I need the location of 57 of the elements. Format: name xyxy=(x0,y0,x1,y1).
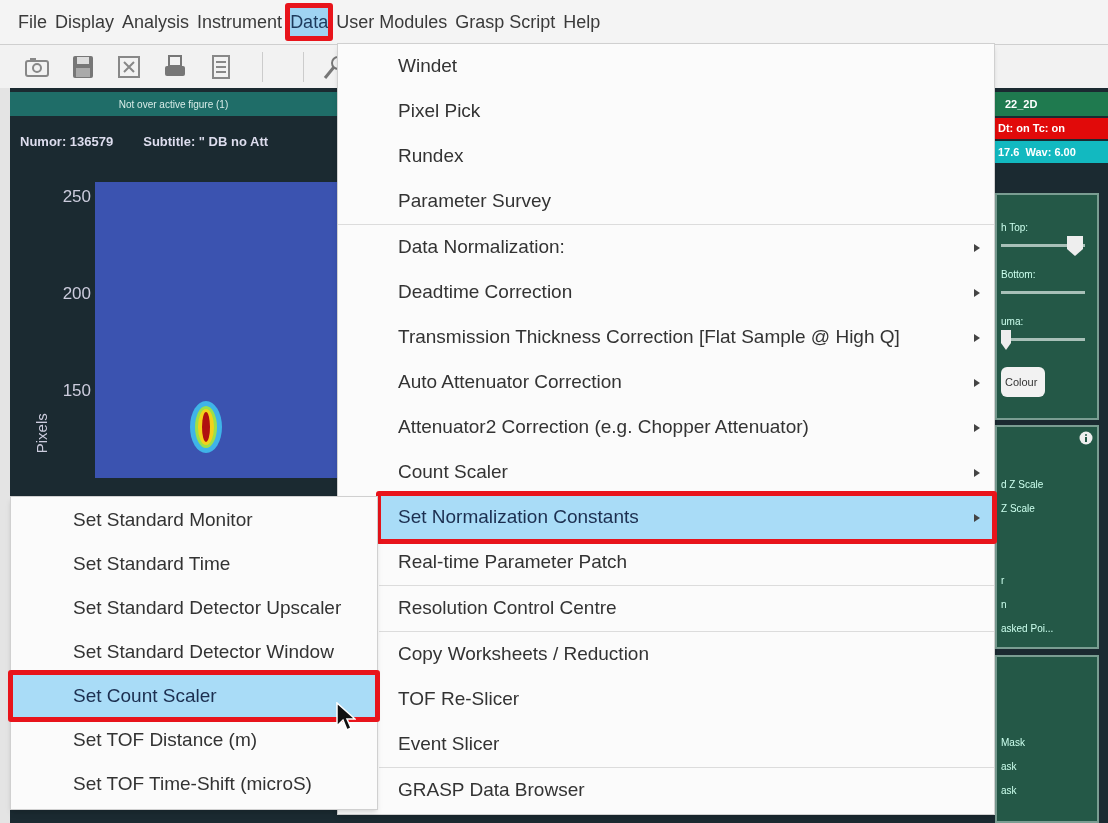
menu-option[interactable]: Real-time Parameter Patch xyxy=(379,540,994,585)
intensity-spot xyxy=(190,400,222,453)
status-message: Not over active figure (1) xyxy=(118,97,229,112)
menu-item[interactable]: File xyxy=(16,7,49,37)
menu-option[interactable]: TOF Re-Slicer xyxy=(379,677,994,722)
menu-option[interactable]: Copy Worksheets / Reduction xyxy=(379,632,994,677)
panel-option[interactable]: ask xyxy=(1001,782,1017,807)
menu-option[interactable]: Set TOF Time-Shift (microS) xyxy=(11,762,377,806)
info-icon[interactable] xyxy=(1079,431,1093,446)
highlight-frame xyxy=(285,3,334,41)
menu-option[interactable]: GRASP Data Browser xyxy=(379,768,994,813)
menu-option[interactable]: Set Normalization Constants xyxy=(379,495,994,540)
axis-label: Pixels xyxy=(31,412,51,453)
menu-item[interactable]: Help xyxy=(561,7,603,37)
menu-option[interactable]: Event Slicer xyxy=(379,722,994,767)
slider-label: uma: xyxy=(1001,315,1025,330)
colour-button[interactable]: Colour xyxy=(1001,367,1046,398)
menu-option[interactable]: Set TOF Distance (m) xyxy=(11,718,377,762)
menu-option[interactable]: Transmission Thickness Correction [Flat Sample @ High Q] xyxy=(338,315,994,360)
menu-option[interactable]: Set Standard Monitor xyxy=(11,498,377,542)
axis-tick-label: 250 xyxy=(62,185,91,208)
menu-option[interactable]: Set Standard Time xyxy=(11,542,377,586)
menu-option[interactable]: Attenuator2 Correction (e.g. Chopper Attenuator) xyxy=(338,405,994,450)
menu-item[interactable]: Grasp Script xyxy=(453,7,558,37)
file-tag: 22_2D xyxy=(995,92,1108,116)
menu-option[interactable]: Set Standard Detector Window xyxy=(11,630,377,674)
menu-option[interactable]: Windet xyxy=(338,44,994,89)
panel-option[interactable]: d Z Scale xyxy=(1001,477,1044,502)
menu-option[interactable]: Data Normalization: xyxy=(338,225,994,270)
slider-label: Bottom: xyxy=(1001,268,1037,283)
panel-option[interactable]: Z Scale xyxy=(1001,501,1035,526)
panel-option[interactable]: asked Poi... xyxy=(1001,621,1054,646)
menu-option[interactable]: Auto Attenuator Correction xyxy=(338,360,994,405)
subtitle-label: Subtitle: " DB no Att xyxy=(143,133,269,151)
menu-option[interactable]: Set Count Scaler xyxy=(11,674,377,718)
menu-item[interactable]: Instrument xyxy=(195,7,285,37)
menu-option[interactable]: Resolution Control Centre xyxy=(379,586,994,631)
panel-option[interactable]: ask xyxy=(1001,758,1017,783)
menu-option[interactable]: Parameter Survey xyxy=(338,179,994,224)
cursor-icon xyxy=(336,702,356,732)
panel-option[interactable]: n xyxy=(1001,597,1007,622)
info-bar: 17.6 Wav: 6.00 xyxy=(995,141,1108,164)
menu-item[interactable]: Display xyxy=(53,7,117,37)
menu-option[interactable]: Set Standard Detector Upscaler xyxy=(11,586,377,630)
menu-item[interactable]: Analysis xyxy=(120,7,192,37)
menu-item[interactable]: User Modules xyxy=(334,7,450,37)
numor-label: Numor: 136579 xyxy=(20,133,114,151)
panel-option[interactable]: r xyxy=(1001,573,1005,598)
slider-label: h Top: xyxy=(1001,221,1030,236)
menu-option[interactable]: Deadtime Correction xyxy=(338,270,994,315)
menu-option[interactable]: Rundex xyxy=(338,134,994,179)
axis-tick-label: 200 xyxy=(62,282,91,305)
menu-option[interactable]: Pixel Pick xyxy=(338,89,994,134)
menu-option[interactable]: Count Scaler xyxy=(338,450,994,495)
flags-bar: Dt: on Tc: on xyxy=(995,117,1108,140)
panel-option[interactable]: Mask xyxy=(1001,734,1025,759)
axis-tick-label: 150 xyxy=(62,379,91,402)
